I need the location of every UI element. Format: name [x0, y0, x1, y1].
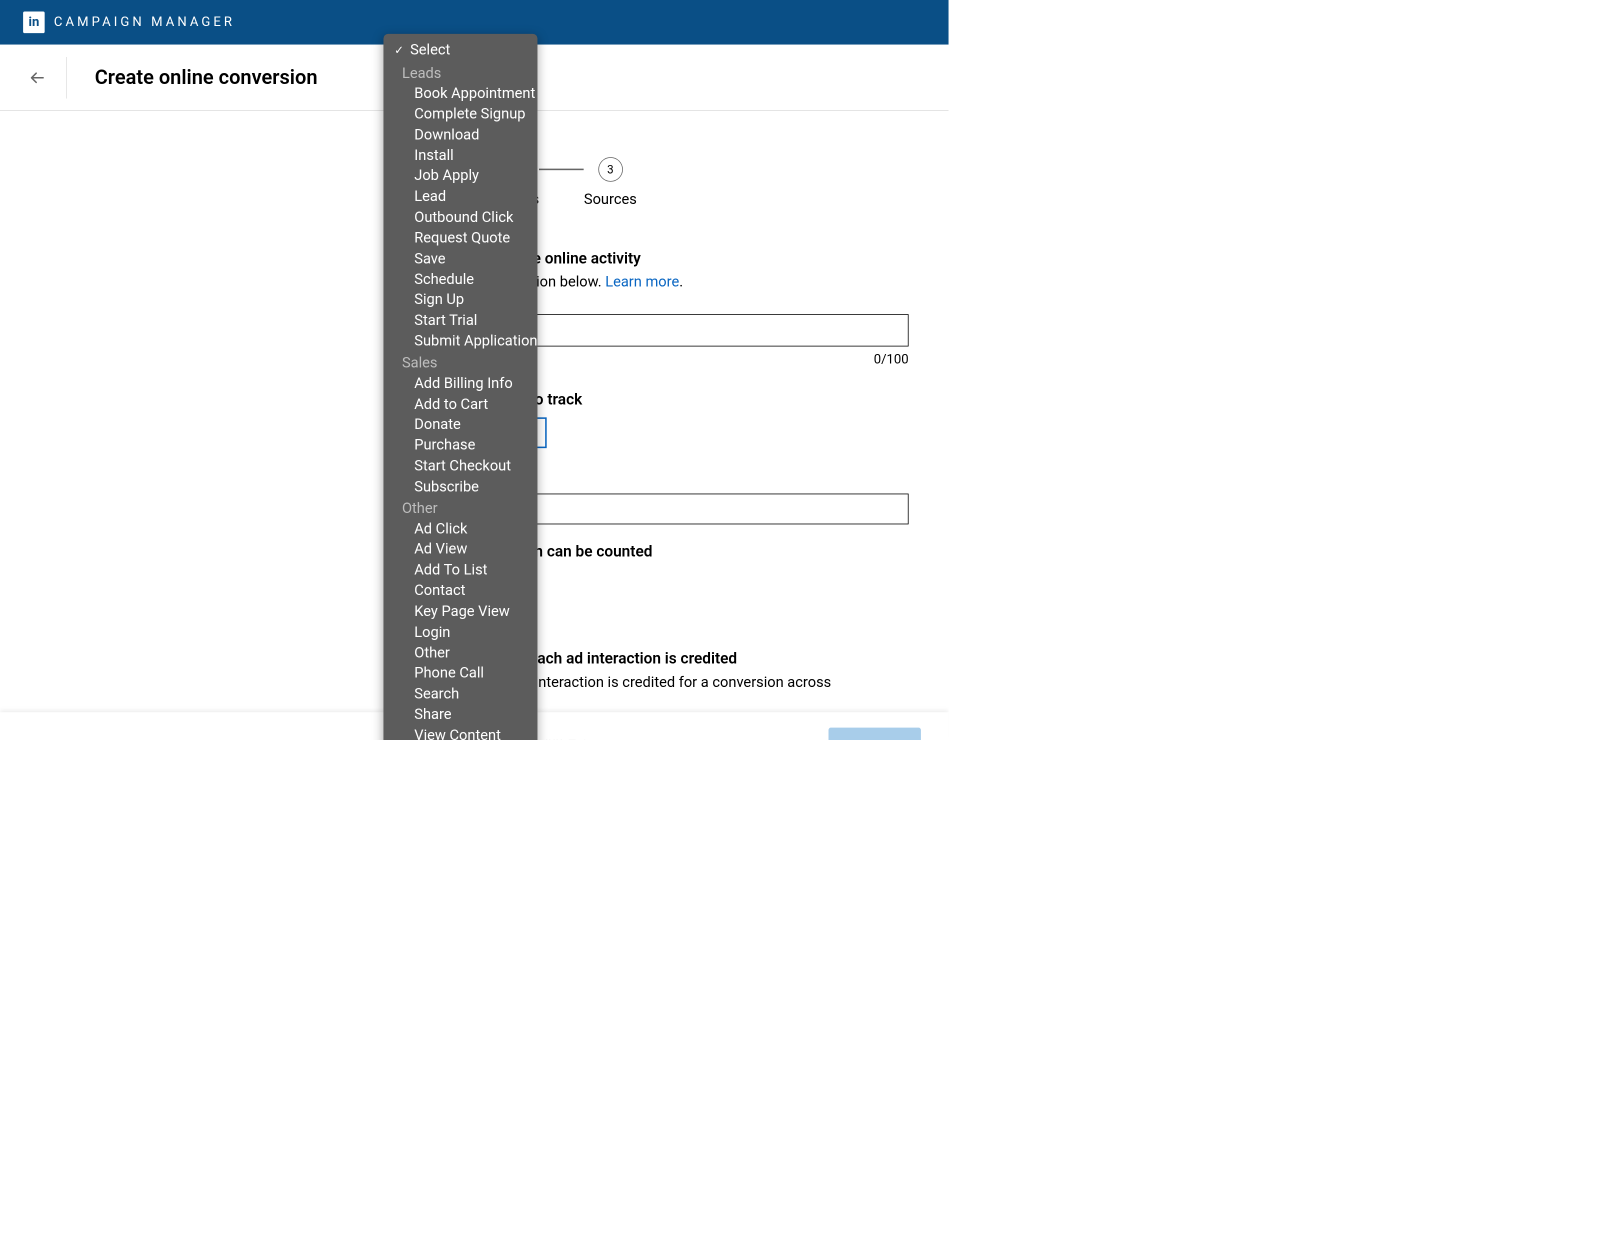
app-name: CAMPAIGN MANAGER	[54, 15, 235, 30]
dropdown-item[interactable]: Other	[383, 642, 537, 663]
learn-more-link[interactable]: Learn more	[605, 272, 679, 290]
dropdown-group-other: Other	[383, 497, 537, 518]
step-3-circle: 3	[598, 157, 623, 182]
primary-action-button[interactable]	[829, 728, 921, 740]
back-arrow-icon[interactable]	[28, 68, 46, 86]
dropdown-selected-label: Select	[410, 40, 450, 60]
dropdown-item[interactable]: Sign Up	[383, 289, 537, 310]
linkedin-logo: in	[23, 12, 45, 34]
divider	[66, 57, 67, 99]
dropdown-group-leads: Leads	[383, 61, 537, 82]
dropdown-item[interactable]: Key Page View	[383, 601, 537, 622]
dropdown-item[interactable]: Login	[383, 622, 537, 643]
behavior-dropdown-menu[interactable]: ✓ Select Leads Book Appointment Complete…	[383, 34, 537, 740]
dropdown-item[interactable]: Subscribe	[383, 476, 537, 497]
dropdown-item[interactable]: Ad View	[383, 539, 537, 560]
dropdown-item[interactable]: Schedule	[383, 269, 537, 290]
step-connector	[539, 169, 584, 170]
dropdown-item[interactable]: Lead	[383, 186, 537, 207]
dropdown-item[interactable]: Start Trial	[383, 310, 537, 331]
dropdown-item[interactable]: Ad Click	[383, 518, 537, 539]
stepper: ns 3 Sources	[524, 157, 918, 209]
dropdown-item[interactable]: Install	[383, 145, 537, 166]
check-icon: ✓	[394, 42, 404, 58]
dropdown-item[interactable]: Request Quote	[383, 227, 537, 248]
dropdown-item[interactable]: Purchase	[383, 435, 537, 456]
dropdown-item[interactable]: Start Checkout	[383, 456, 537, 477]
dropdown-item[interactable]: Phone Call	[383, 663, 537, 684]
dropdown-item[interactable]: Submit Application	[383, 331, 537, 352]
dropdown-item[interactable]: View Content	[383, 725, 537, 740]
dropdown-item[interactable]: Contact	[383, 580, 537, 601]
dropdown-item[interactable]: Share	[383, 704, 537, 725]
dropdown-item[interactable]: Download	[383, 124, 537, 145]
dropdown-group-sales: Sales	[383, 351, 537, 372]
dropdown-item[interactable]: Donate	[383, 414, 537, 435]
dropdown-item[interactable]: Job Apply	[383, 166, 537, 187]
dropdown-item[interactable]: Add To List	[383, 560, 537, 581]
dropdown-item[interactable]: Outbound Click	[383, 207, 537, 228]
intro-period: .	[679, 272, 683, 290]
step-3[interactable]: 3 Sources	[584, 157, 637, 209]
dropdown-item[interactable]: Add to Cart	[383, 394, 537, 415]
page-title: Create online conversion	[95, 66, 318, 89]
dropdown-item[interactable]: Add Billing Info	[383, 373, 537, 394]
dropdown-item[interactable]: Book Appointment	[383, 83, 537, 104]
dropdown-item[interactable]: Complete Signup	[383, 104, 537, 125]
dropdown-selected-item[interactable]: ✓ Select	[383, 40, 537, 61]
dropdown-item[interactable]: Save	[383, 248, 537, 269]
step-3-label: Sources	[584, 189, 637, 209]
dropdown-item[interactable]: Search	[383, 684, 537, 705]
